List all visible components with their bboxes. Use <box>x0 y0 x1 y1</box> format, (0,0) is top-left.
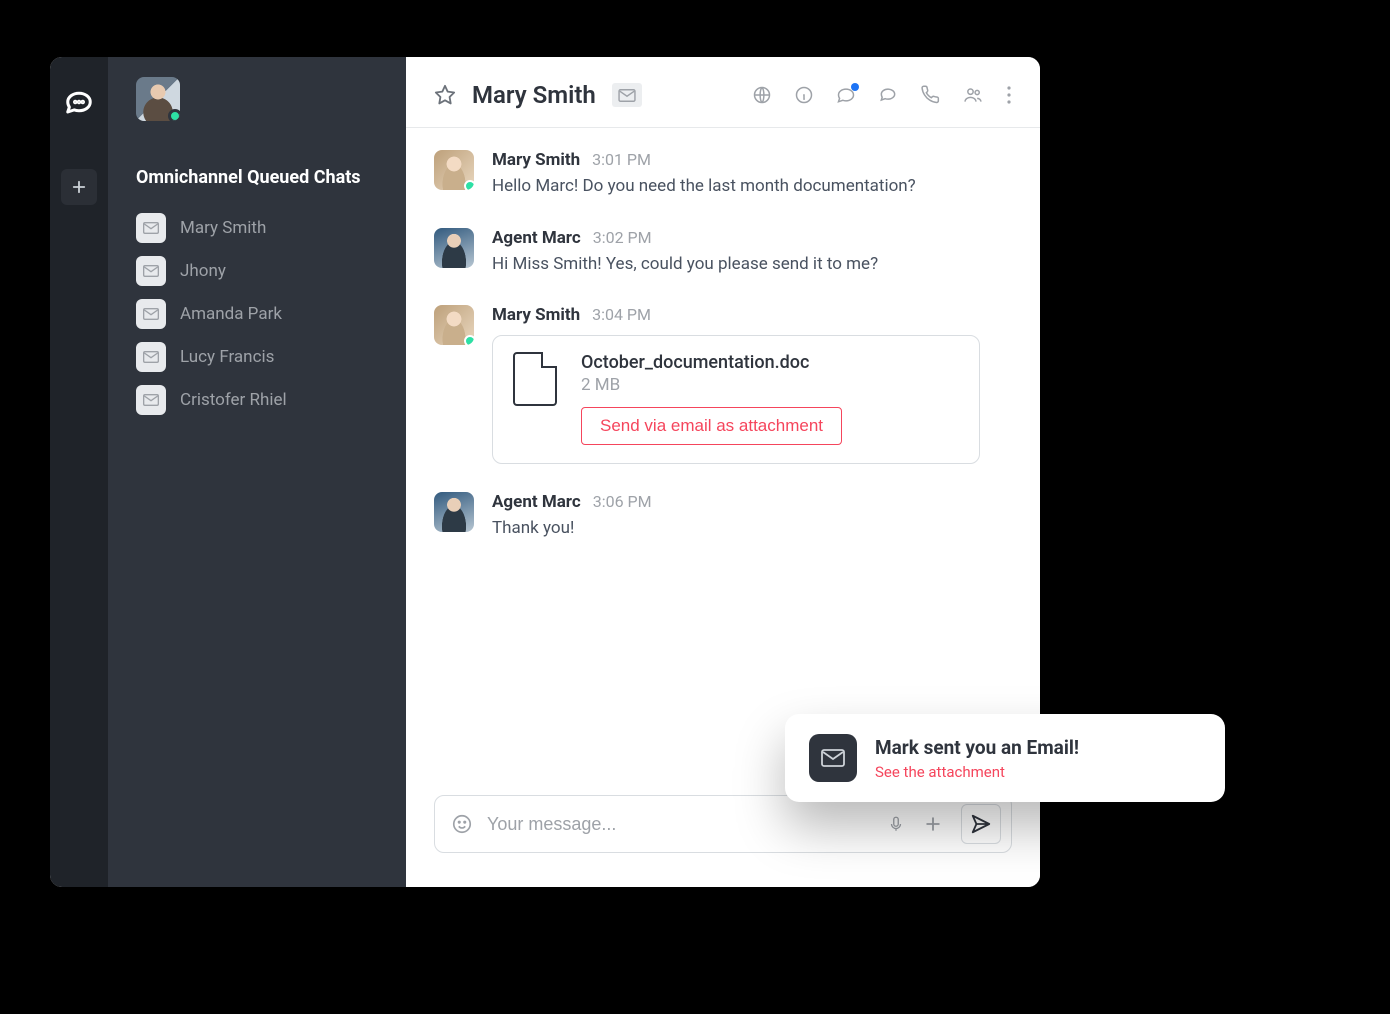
queued-chat-item[interactable]: Cristofer Rhiel <box>136 385 378 415</box>
message-text: Thank you! <box>492 516 1012 542</box>
message-avatar <box>434 228 474 268</box>
chat-name: Amanda Park <box>180 304 282 324</box>
message-sender: Agent Marc <box>492 228 581 248</box>
members-icon[interactable] <box>962 85 984 105</box>
message-time: 3:04 PM <box>592 305 651 324</box>
mic-icon[interactable] <box>887 813 905 835</box>
message-avatar <box>434 305 474 345</box>
discussion-icon[interactable] <box>836 85 856 105</box>
star-icon[interactable] <box>434 84 456 106</box>
send-button[interactable] <box>961 804 1001 844</box>
message-input[interactable] <box>487 814 873 835</box>
queued-chat-item[interactable]: Lucy Francis <box>136 342 378 372</box>
attachment-filename: October_documentation.doc <box>581 352 842 373</box>
message-time: 3:01 PM <box>592 150 651 169</box>
attachment-size: 2 MB <box>581 375 842 395</box>
message-text: Hi Miss Smith! Yes, could you please sen… <box>492 252 1012 278</box>
kebab-icon[interactable] <box>1006 85 1012 105</box>
header-actions <box>752 85 1012 105</box>
chat-name: Cristofer Rhiel <box>180 390 287 410</box>
message-list: Mary Smith 3:01 PM Hello Marc! Do you ne… <box>406 128 1040 795</box>
message-time: 3:06 PM <box>593 492 652 511</box>
queued-chat-list: Mary Smith Jhony Amanda Park Lucy Franci… <box>136 213 378 415</box>
email-icon <box>136 299 166 329</box>
email-icon <box>136 342 166 372</box>
nav-rail <box>50 57 108 887</box>
current-user-avatar[interactable] <box>136 77 180 121</box>
info-icon[interactable] <box>794 85 814 105</box>
message-text: Hello Marc! Do you need the last month d… <box>492 174 1012 200</box>
message-avatar <box>434 492 474 532</box>
queued-chat-item[interactable]: Jhony <box>136 256 378 286</box>
email-toast[interactable]: Mark sent you an Email! See the attachme… <box>785 714 1225 802</box>
sidebar: Omnichannel Queued Chats Mary Smith Jhon… <box>108 57 406 887</box>
message: Agent Marc 3:06 PM Thank you! <box>434 492 1012 542</box>
chat-name: Mary Smith <box>180 218 266 238</box>
presence-online-icon <box>168 109 180 121</box>
email-icon <box>136 213 166 243</box>
document-icon <box>513 352 557 406</box>
chat-name: Lucy Francis <box>180 347 274 367</box>
chat-name: Jhony <box>180 261 226 281</box>
message-sender: Agent Marc <box>492 492 581 512</box>
composer <box>434 795 1012 853</box>
attachment-card: October_documentation.doc 2 MB Send via … <box>492 335 980 464</box>
queued-chat-item[interactable]: Mary Smith <box>136 213 378 243</box>
globe-icon[interactable] <box>752 85 772 105</box>
queued-chat-item[interactable]: Amanda Park <box>136 299 378 329</box>
plus-icon[interactable] <box>923 814 943 834</box>
app-logo-icon <box>64 87 94 121</box>
message: Mary Smith 3:04 PM October_documentation… <box>434 305 1012 464</box>
email-icon <box>809 734 857 782</box>
email-icon <box>136 385 166 415</box>
conversation-header: Mary Smith <box>406 57 1040 128</box>
presence-online-icon <box>464 335 474 345</box>
thread-icon[interactable] <box>878 85 898 105</box>
message: Agent Marc 3:02 PM Hi Miss Smith! Yes, c… <box>434 228 1012 278</box>
message-avatar <box>434 150 474 190</box>
message-sender: Mary Smith <box>492 305 580 325</box>
toast-link[interactable]: See the attachment <box>875 763 1079 781</box>
email-icon <box>136 256 166 286</box>
email-icon <box>612 83 642 107</box>
create-button[interactable] <box>61 169 97 205</box>
message-time: 3:02 PM <box>593 228 652 247</box>
sidebar-section-title: Omnichannel Queued Chats <box>136 161 378 195</box>
unread-badge <box>851 83 859 91</box>
toast-title: Mark sent you an Email! <box>875 736 1079 759</box>
presence-online-icon <box>464 180 474 190</box>
send-via-email-button[interactable]: Send via email as attachment <box>581 407 842 445</box>
emoji-icon[interactable] <box>451 813 473 835</box>
message: Mary Smith 3:01 PM Hello Marc! Do you ne… <box>434 150 1012 200</box>
call-icon[interactable] <box>920 85 940 105</box>
message-sender: Mary Smith <box>492 150 580 170</box>
conversation-title: Mary Smith <box>472 81 596 109</box>
